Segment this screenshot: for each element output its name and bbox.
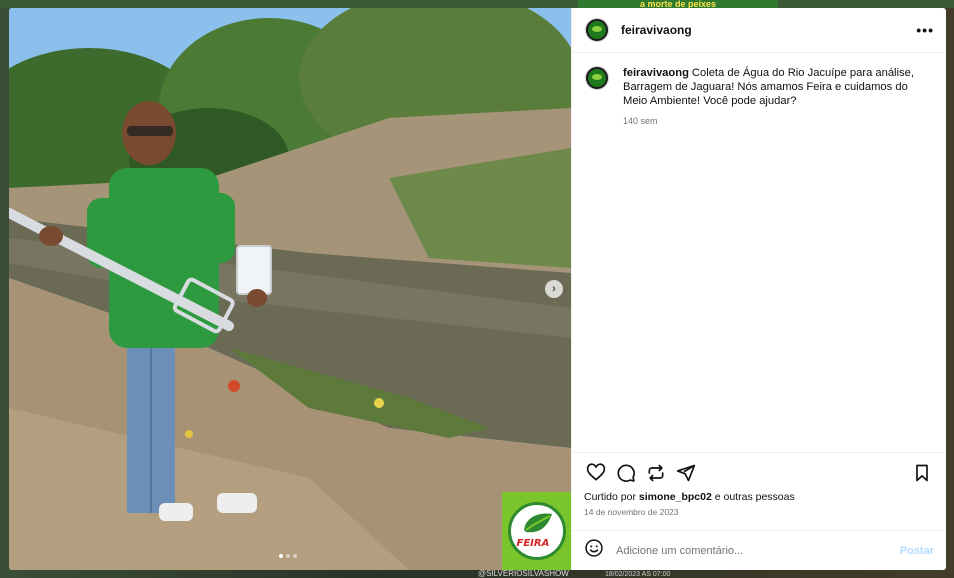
heart-icon[interactable] (584, 461, 608, 485)
caption-age[interactable]: 140 sem (623, 114, 932, 128)
likes-summary: Curtido por simone_bpc02 e outras pessoa… (584, 491, 934, 503)
feiraviva-logo: FEIRA (502, 492, 571, 570)
person-shoe-left (159, 503, 193, 521)
carousel-dot (279, 554, 283, 558)
caption-username[interactable]: feiravivaong (623, 67, 689, 79)
chevron-right-icon: › (552, 283, 556, 295)
comments-section: feiravivaong Coleta de Água do Rio Jacuíp… (572, 53, 946, 452)
carousel-dot (293, 554, 297, 558)
repost-icon[interactable] (644, 461, 668, 485)
carousel-dots (279, 554, 297, 558)
post-details-panel: feiravivaong ••• feiravivaong Coleta de Á… (571, 8, 946, 570)
backdrop-strip (0, 0, 954, 8)
liked-by-suffix[interactable]: e outras pessoas (715, 491, 795, 503)
post-date[interactable]: 14 de novembro de 2023 (584, 507, 934, 517)
person-shoe-right (217, 493, 257, 513)
photo-scene (9, 8, 571, 570)
person-sleeve-right (199, 193, 235, 263)
background-date: 18/02/2023 AS 07:00 (605, 571, 671, 578)
caption-body: feiravivaong Coleta de Água do Rio Jacuíp… (623, 66, 932, 128)
avatar[interactable] (585, 18, 609, 42)
liked-by-user[interactable]: simone_bpc02 (639, 491, 712, 503)
water-beaker (236, 245, 272, 295)
caption-avatar[interactable] (585, 66, 609, 90)
person-glasses (127, 126, 173, 136)
share-icon[interactable] (674, 461, 698, 485)
liked-by-prefix: Curtido por (584, 491, 636, 503)
more-options-icon[interactable]: ••• (916, 22, 934, 38)
post-username[interactable]: feiravivaong (621, 23, 692, 37)
carousel-next-button[interactable]: › (545, 280, 563, 298)
comment-box: Postar (572, 530, 946, 570)
comment-icon[interactable] (614, 461, 638, 485)
bookmark-icon[interactable] (910, 461, 934, 485)
logo-ring: FEIRA (507, 502, 566, 560)
emoji-icon[interactable] (584, 538, 604, 563)
action-icons (584, 461, 934, 485)
background-banner-text: a morte de peixes (578, 0, 778, 8)
post-actions: Curtido por simone_bpc02 e outras pessoa… (572, 452, 946, 530)
background-watermark: @SILVERIOSILVASHOW (478, 569, 569, 578)
logo-text: FEIRA (516, 538, 550, 549)
post-modal: › FEIRA feiravivaong ••• feiravivaong Co… (9, 8, 946, 570)
comment-input[interactable] (616, 544, 900, 557)
post-comment-button[interactable]: Postar (900, 545, 934, 557)
carousel-dot (286, 554, 290, 558)
post-photo[interactable]: › FEIRA (9, 8, 571, 570)
post-header: feiravivaong ••• (572, 8, 946, 53)
caption-row: feiravivaong Coleta de Água do Rio Jacuíp… (585, 66, 932, 128)
